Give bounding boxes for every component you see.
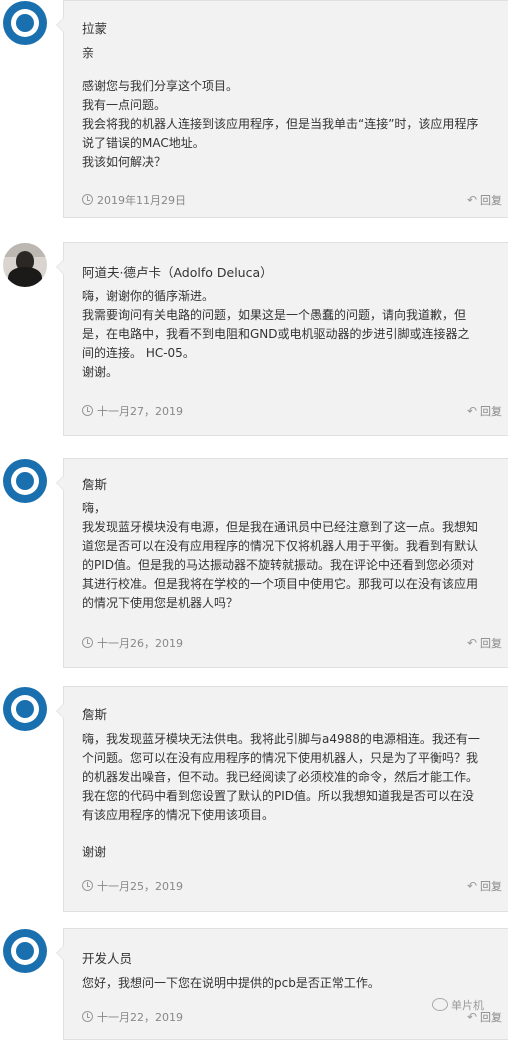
comment-date[interactable]: 2019年11月29日	[82, 192, 186, 208]
comment-author: 詹斯	[82, 707, 108, 722]
clock-icon	[82, 637, 93, 648]
comment-line: 谢谢。	[82, 365, 119, 379]
comment-line: 嗨，	[82, 501, 107, 515]
comment-line: 亲	[82, 46, 95, 60]
wordpress-logo-avatar	[3, 687, 47, 731]
comment-author: 拉蒙	[82, 21, 108, 36]
comment-line: 的情况下使用您是机器人吗？	[82, 596, 239, 610]
reply-label: 回复	[480, 405, 502, 418]
comment-line: 的机器发出噪音，但不动。我已经阅读了必须校准的命令，然后才能工作。	[82, 770, 479, 784]
comment-paragraph: 亲	[82, 44, 502, 63]
comment-box: 开发人员 您好，我想问一下您在说明中提供的pcb是否正常工作。 十一月22，20…	[56, 928, 508, 1040]
comment-paragraph: 谢谢	[82, 843, 502, 862]
comment-date-text: 十一月27，2019	[97, 405, 183, 418]
comment-date[interactable]: 十一月22，2019	[82, 1009, 183, 1025]
comment-item: 拉蒙 亲 感谢您与我们分享这个项目。 我有一点问题。 我会将我的机器人连接到该应…	[0, 0, 508, 218]
comment-paragraph: 嗨， 我发现蓝牙模块没有电源，但是我在通讯员中已经注意到了这一点。我想知 道您是…	[82, 499, 502, 613]
reply-link[interactable]: ↶ 回复	[467, 878, 502, 894]
comment-date[interactable]: 十一月27，2019	[82, 403, 183, 419]
comment-author: 阿道夫·德卢卡（Adolfo Deluca）	[82, 265, 273, 280]
reply-icon: ↶	[466, 404, 477, 418]
clock-icon	[82, 194, 93, 205]
user-photo-avatar	[3, 243, 47, 287]
clock-icon	[82, 1011, 93, 1022]
wordpress-logo-avatar	[3, 1, 47, 45]
comment-author: 詹斯	[82, 477, 108, 492]
comment-line: 我在您的代码中看到您设置了默认的PID值。所以我想知道我是否可以在没	[82, 789, 475, 803]
comment-line: 嗨，我发现蓝牙模块无法供电。我将此引脚与a4988的电源相连。我还有一	[82, 732, 480, 746]
comment-item: 詹斯 嗨， 我发现蓝牙模块没有电源，但是我在通讯员中已经注意到了这一点。我想知 …	[0, 458, 508, 668]
comment-item: 阿道夫·德卢卡（Adolfo Deluca） 嗨，谢谢你的循序渐进。 我需要询问…	[0, 242, 508, 436]
watermark-text: 单片机	[451, 999, 484, 1012]
wechat-icon	[432, 998, 448, 1011]
comment-line: 间的连接。 HC-05。	[82, 346, 195, 360]
comment-box: 阿道夫·德卢卡（Adolfo Deluca） 嗨，谢谢你的循序渐进。 我需要询问…	[56, 242, 508, 436]
reply-link[interactable]: ↶ 回复	[467, 635, 502, 651]
comment-line: 其进行校准。但是我将在学校的一个项目中使用它。那我可以在没有该应用	[82, 577, 479, 591]
reply-label: 回复	[480, 194, 502, 207]
comment-paragraph: 您好，我想问一下您在说明中提供的pcb是否正常工作。	[82, 974, 502, 993]
comment-line: 我该如何解决？	[82, 155, 167, 169]
reply-label: 回复	[480, 880, 502, 893]
comment-line: 您好，我想问一下您在说明中提供的pcb是否正常工作。	[82, 976, 380, 990]
wordpress-logo-avatar	[3, 929, 47, 973]
reply-link[interactable]: ↶ 回复	[467, 192, 502, 208]
comment-line: 是，在电路中，我看不到电阻和GND或电机驱动器的步进引脚或连接器之	[82, 327, 470, 341]
comment-line: 我发现蓝牙模块没有电源，但是我在通讯员中已经注意到了这一点。我想知	[82, 520, 479, 534]
wordpress-logo-avatar	[3, 459, 47, 503]
reply-icon: ↶	[466, 193, 477, 207]
comment-date-text: 十一月25，2019	[97, 880, 183, 893]
comment-line: 感谢您与我们分享这个项目。	[82, 79, 239, 93]
comment-paragraph: 嗨，我发现蓝牙模块无法供电。我将此引脚与a4988的电源相连。我还有一 个问题。…	[82, 730, 502, 825]
comment-line: 有该应用程序的情况下使用该项目。	[82, 808, 275, 822]
comment-line: 说了错误的MAC地址。	[82, 136, 205, 150]
comment-paragraph: 感谢您与我们分享这个项目。 我有一点问题。 我会将我的机器人连接到该应用程序，但…	[82, 77, 502, 172]
comment-box: 詹斯 嗨，我发现蓝牙模块无法供电。我将此引脚与a4988的电源相连。我还有一 个…	[56, 686, 508, 912]
comment-line: 个问题。您可以在没有应用程序的情况下使用机器人，只是为了平衡吗？我	[82, 751, 479, 765]
comment-paragraph: 嗨，谢谢你的循序渐进。 我需要询问有关电路的问题，如果这是一个愚蠢的问题，请向我…	[82, 287, 502, 382]
clock-icon	[82, 405, 93, 416]
reply-icon: ↶	[466, 879, 477, 893]
reply-icon: ↶	[466, 636, 477, 650]
comment-item: 开发人员 您好，我想问一下您在说明中提供的pcb是否正常工作。 十一月22，20…	[0, 928, 508, 1040]
comment-box: 拉蒙 亲 感谢您与我们分享这个项目。 我有一点问题。 我会将我的机器人连接到该应…	[56, 0, 508, 218]
comment-line: 嗨，谢谢你的循序渐进。	[82, 289, 215, 303]
comment-line: 道您是否可以在没有应用程序的情况下仅将机器人用于平衡。我看到有默认	[82, 539, 479, 553]
comment-line: 我有一点问题。	[82, 98, 167, 112]
comment-date-text: 十一月22，2019	[97, 1011, 183, 1024]
comment-date[interactable]: 十一月25，2019	[82, 878, 183, 894]
comment-date[interactable]: 十一月26，2019	[82, 635, 183, 651]
comment-box: 詹斯 嗨， 我发现蓝牙模块没有电源，但是我在通讯员中已经注意到了这一点。我想知 …	[56, 458, 508, 668]
comment-item: 詹斯 嗨，我发现蓝牙模块无法供电。我将此引脚与a4988的电源相连。我还有一 个…	[0, 686, 508, 912]
comment-date-text: 2019年11月29日	[97, 194, 186, 207]
comment-date-text: 十一月26，2019	[97, 637, 183, 650]
comment-line: 谢谢	[82, 845, 107, 859]
comment-line: 我会将我的机器人连接到该应用程序，但是当我单击“连接”时，该应用程序	[82, 117, 479, 131]
reply-label: 回复	[480, 637, 502, 650]
comment-line: 的PID值。但是我的马达振动器不旋转就振动。我在评论中还看到您必须对	[82, 558, 475, 572]
wechat-watermark: 单片机	[432, 997, 484, 1013]
comment-author: 开发人员	[82, 951, 133, 966]
clock-icon	[82, 880, 93, 891]
comment-line: 我需要询问有关电路的问题，如果这是一个愚蠢的问题，请向我道歉，但	[82, 308, 467, 322]
reply-link[interactable]: ↶ 回复	[467, 403, 502, 419]
